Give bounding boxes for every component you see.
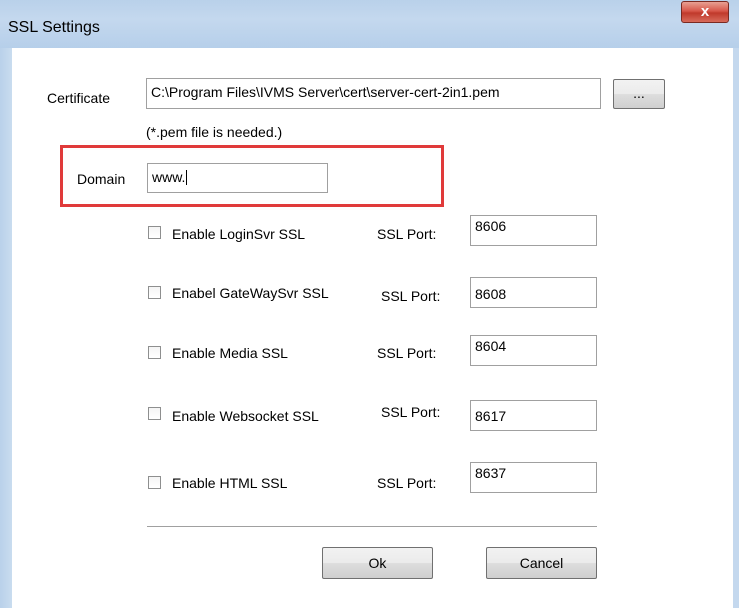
window-frame-left	[0, 48, 12, 608]
checkbox-html-ssl[interactable]	[148, 476, 161, 489]
checkbox-websocket-ssl[interactable]	[148, 407, 161, 420]
close-button[interactable]: x	[681, 1, 729, 23]
title-bar[interactable]: SSL Settings x	[0, 0, 739, 49]
cancel-button[interactable]: Cancel	[486, 547, 597, 579]
dialog-body: Certificate C:\Program Files\IVMS Server…	[12, 48, 733, 608]
ssl-port-label: SSL Port:	[377, 475, 437, 491]
checkbox-label: Enabel GateWaySvr SSL	[172, 285, 329, 301]
ssl-port-input-websocket[interactable]: 8617	[470, 400, 597, 431]
checkbox-gatewaysvr-ssl[interactable]	[148, 286, 161, 299]
ssl-port-input-html[interactable]: 8637	[470, 462, 597, 493]
domain-input[interactable]: www.	[147, 163, 328, 193]
checkbox-label: Enable Media SSL	[172, 345, 288, 361]
checkbox-loginsvr-ssl[interactable]	[148, 226, 161, 239]
certificate-label: Certificate	[47, 90, 111, 106]
ssl-port-label: SSL Port:	[377, 226, 437, 242]
ssl-port-input-media[interactable]: 8604	[470, 335, 597, 366]
window-title: SSL Settings	[8, 19, 100, 36]
certificate-hint: (*.pem file is needed.)	[146, 124, 283, 140]
domain-value: www.	[152, 169, 186, 185]
checkbox-media-ssl[interactable]	[148, 346, 161, 359]
checkbox-label: Enable LoginSvr SSL	[172, 226, 306, 242]
ssl-port-input-loginsvr[interactable]: 8606	[470, 215, 597, 246]
text-cursor	[186, 170, 188, 185]
domain-label: Domain	[77, 171, 126, 187]
ok-button[interactable]: Ok	[322, 547, 433, 579]
ssl-port-input-gatewaysvr[interactable]: 8608	[470, 277, 597, 308]
certificate-path-input[interactable]: C:\Program Files\IVMS Server\cert\server…	[146, 78, 601, 109]
checkbox-label: Enable HTML SSL	[172, 475, 288, 491]
close-icon: x	[700, 3, 710, 20]
ssl-port-label: SSL Port:	[377, 345, 437, 361]
checkbox-label: Enable Websocket SSL	[172, 408, 319, 424]
separator-line	[147, 526, 597, 528]
browse-button[interactable]: ...	[613, 79, 665, 109]
ssl-port-label: SSL Port:	[381, 288, 441, 304]
window-frame-right	[733, 48, 739, 608]
ssl-port-label: SSL Port:	[381, 404, 441, 420]
